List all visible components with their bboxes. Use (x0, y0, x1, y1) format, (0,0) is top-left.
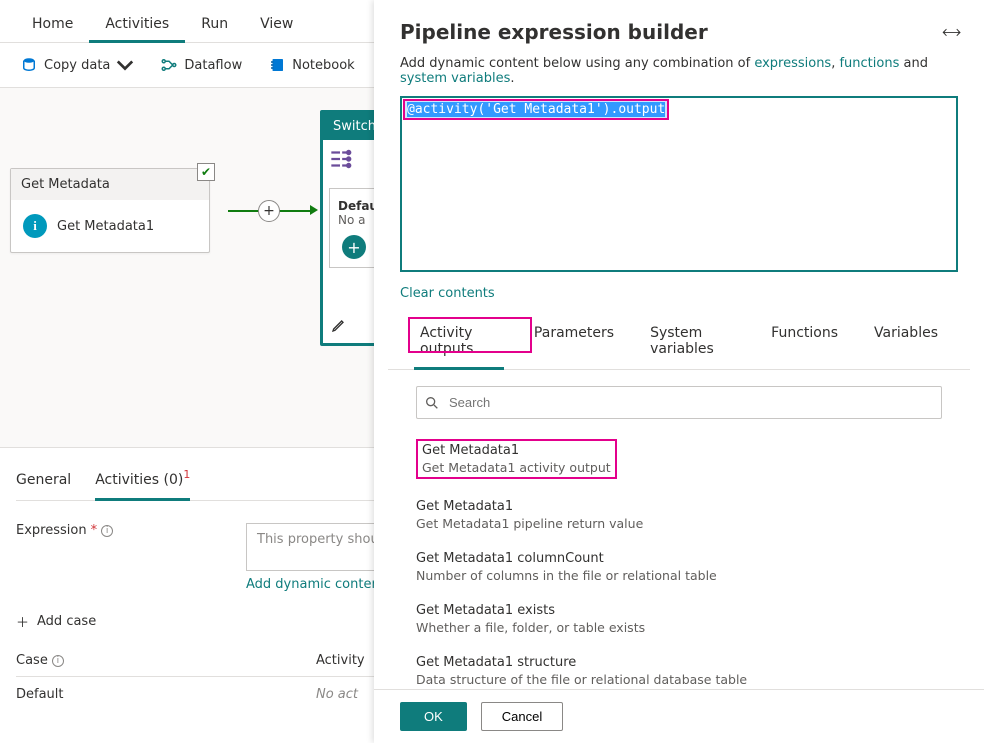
tab-system-variables[interactable]: System variables (644, 315, 741, 369)
add-case-button[interactable]: + (342, 235, 366, 259)
ok-button[interactable]: OK (400, 702, 467, 731)
system-variables-link[interactable]: system variables (400, 71, 510, 86)
expression-value: @activity('Get Metadata1').output (403, 99, 669, 120)
panel-footer: OK Cancel (374, 689, 984, 743)
result-item[interactable]: Get Metadata1 structure Data structure o… (416, 645, 942, 689)
arrow-icon (310, 205, 318, 215)
pencil-icon[interactable] (331, 317, 347, 337)
tab-run[interactable]: Run (185, 8, 244, 42)
notebook-button[interactable]: Notebook (264, 53, 358, 77)
copy-data-button[interactable]: Copy data (16, 53, 138, 77)
result-item[interactable]: Get Metadata1 columnCount Number of colu… (416, 541, 942, 593)
node-header: Get Metadata (11, 169, 209, 200)
panel-subtitle: Add dynamic content below using any comb… (374, 52, 984, 96)
add-activity-connector[interactable]: + (258, 200, 280, 222)
node-label: Get Metadata1 (57, 219, 154, 234)
expression-label: Expression * i (16, 523, 216, 538)
results-list[interactable]: Get Metadata1 Get Metadata1 activity out… (374, 429, 968, 689)
cancel-button[interactable]: Cancel (481, 702, 563, 731)
builder-tabs: Activity outputs Parameters System varia… (388, 315, 970, 370)
expressions-link[interactable]: expressions (754, 56, 831, 71)
chevron-down-icon (116, 56, 134, 74)
expression-textarea[interactable]: @activity('Get Metadata1').output (400, 96, 958, 272)
tab-parameters[interactable]: Parameters (528, 315, 620, 369)
info-icon: i (23, 214, 47, 238)
result-item[interactable]: Get Metadata1 Get Metadata1 pipeline ret… (416, 489, 942, 541)
config-tab-activities[interactable]: Activities (0)1 (95, 464, 190, 500)
dataflow-button[interactable]: Dataflow (156, 53, 246, 77)
clear-contents-link[interactable]: Clear contents (400, 286, 495, 301)
tab-functions[interactable]: Functions (765, 315, 844, 369)
info-icon[interactable]: i (52, 655, 64, 667)
notebook-icon (268, 56, 286, 74)
tab-home[interactable]: Home (16, 8, 89, 42)
config-tab-general[interactable]: General (16, 464, 71, 500)
notebook-label: Notebook (292, 58, 354, 73)
tab-activities[interactable]: Activities (89, 8, 185, 42)
info-icon[interactable]: i (101, 525, 113, 537)
tab-view[interactable]: View (244, 8, 309, 42)
expression-builder-panel: Pipeline expression builder ⤢ Add dynami… (374, 0, 984, 743)
expand-icon[interactable]: ⤢ (938, 19, 963, 44)
plus-icon: ＋ (16, 612, 29, 631)
tab-error-badge: 1 (183, 468, 190, 481)
copy-data-label: Copy data (44, 58, 110, 73)
database-icon (20, 56, 38, 74)
result-item[interactable]: Get Metadata1 Get Metadata1 activity out… (416, 429, 942, 489)
tab-activity-outputs[interactable]: Activity outputs (414, 315, 504, 369)
success-check-icon: ✔ (197, 163, 215, 181)
dataflow-label: Dataflow (184, 58, 242, 73)
panel-title: Pipeline expression builder (400, 20, 708, 44)
get-metadata-node[interactable]: Get Metadata i Get Metadata1 ✔ (10, 168, 210, 253)
functions-link[interactable]: functions (839, 56, 899, 71)
search-input[interactable] (416, 386, 942, 419)
dataflow-icon (160, 56, 178, 74)
tab-variables[interactable]: Variables (868, 315, 944, 369)
result-item[interactable]: Get Metadata1 exists Whether a file, fol… (416, 593, 942, 645)
search-icon (424, 395, 440, 411)
